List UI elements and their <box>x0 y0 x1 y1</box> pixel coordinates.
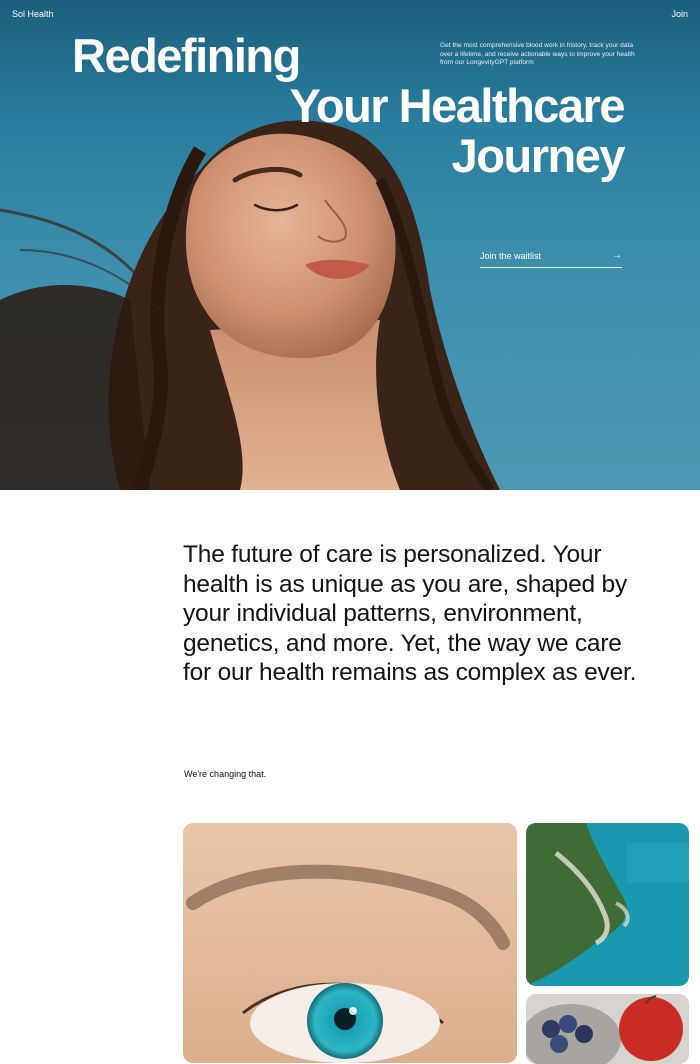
hero-headline-line3: Journey <box>451 129 626 182</box>
waitlist-label: Join the waitlist <box>480 251 542 261</box>
join-link[interactable]: Join <box>671 9 688 19</box>
join-waitlist-button[interactable]: Join the waitlist → <box>480 250 622 268</box>
eye-closeup-image <box>183 823 517 1063</box>
coastline-aerial-image <box>526 823 689 986</box>
brand-logo[interactable]: Sol Health <box>12 9 54 19</box>
hero-description: Get the most comprehensive blood work in… <box>440 42 635 67</box>
intro-tagline: We're changing that. <box>184 769 267 779</box>
hero-headline-line2: Your Healthcare <box>289 79 626 132</box>
hero-section: Sol Health Join Redefining Your Healthca… <box>0 0 700 490</box>
intro-statement: The future of care is personalized. Your… <box>183 541 637 686</box>
fruit-bowl-image <box>526 994 689 1064</box>
arrow-right-icon: → <box>612 250 622 261</box>
hero-headline-line1: Redefining <box>72 29 301 82</box>
